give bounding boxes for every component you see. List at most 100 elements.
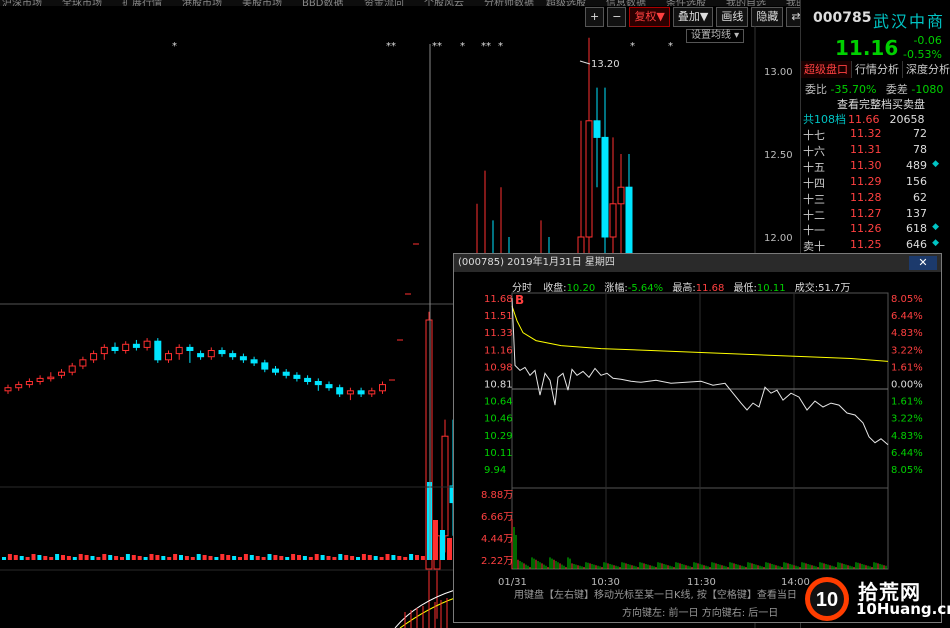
candle-body [601, 136, 609, 238]
candle-body [165, 353, 172, 361]
intraday-volume-tick: 4.44万 [481, 534, 513, 545]
change-percent: -0.53% [903, 48, 942, 61]
close-value: 10.20 [566, 283, 596, 294]
menu-item[interactable]: 分析师数据 [484, 0, 534, 6]
overlay-dropdown[interactable]: 叠加▼ [672, 7, 714, 27]
candle-body [250, 359, 258, 364]
volume-bar [447, 538, 452, 560]
ask-level-name: 十四 [803, 176, 825, 190]
ask-level-name: 十一 [803, 224, 825, 238]
volume-bar [440, 530, 445, 560]
candle-body [100, 346, 108, 355]
candle-body [68, 365, 76, 373]
menu-item[interactable]: 条件选股 [666, 0, 706, 6]
menu-item[interactable]: 我的自选 [726, 0, 766, 6]
zoom-out-button[interactable]: − [607, 7, 627, 27]
volume-series [2, 482, 456, 628]
menu-item[interactable]: 扩展行情 [122, 0, 162, 6]
volume-bar [37, 555, 42, 560]
candle-body [609, 203, 617, 238]
hide-button[interactable]: 隐藏 [751, 7, 784, 27]
menu-item[interactable]: 美股市场 [242, 0, 282, 6]
ask-level-price: 11.31 [850, 142, 882, 156]
volume-bar [66, 556, 71, 560]
candle-body [154, 340, 162, 361]
volume-bar [84, 555, 89, 560]
volume-bar [291, 554, 296, 560]
volume-bar [415, 555, 419, 560]
intraday-pct-tick: 3.22% [891, 345, 923, 356]
ask-level-row[interactable]: 卖十 11.25 646 ◆ [803, 238, 949, 254]
event-marker: * [630, 41, 635, 52]
ask-level-row[interactable]: 十五 11.30 489 ◆ [803, 159, 949, 175]
volume-bar [43, 556, 48, 560]
full-order-book-link[interactable]: 查看完整档买卖盘 [837, 96, 925, 112]
ask-level-row[interactable]: 十四 11.29 156 [803, 175, 949, 191]
event-marker: ** [432, 41, 442, 52]
volume-bar [7, 554, 12, 560]
high-label: 最高: [672, 283, 696, 294]
close-button[interactable]: ✕ [909, 256, 937, 270]
menu-item[interactable]: 信息数据 [606, 0, 646, 6]
volume-bar [179, 555, 183, 560]
ask-level-row[interactable]: 十七 11.32 72 [803, 127, 949, 143]
ask-level-volume: 62 [913, 190, 927, 204]
menu-item[interactable]: 沪深市场 [2, 0, 42, 6]
tab-market-analysis[interactable]: 行情分析 [852, 61, 903, 78]
last-price: 11.16 [835, 36, 899, 60]
menu-item[interactable]: 我的持仓 [786, 0, 800, 6]
macd-line [394, 589, 456, 628]
ask-level-row[interactable]: 十三 11.28 62 [803, 191, 949, 207]
volume-bar [190, 557, 195, 560]
candle-body [15, 384, 23, 389]
candle-body [379, 384, 386, 392]
ask-level-name: 卖十 [803, 240, 825, 254]
volume-bar [308, 557, 313, 560]
volume-bar [13, 555, 18, 560]
adjust-rights-dropdown[interactable]: 复权▼ [629, 7, 670, 27]
menu-item[interactable]: BBD数据 [302, 0, 343, 6]
volume-bar [338, 554, 343, 560]
menu-item[interactable]: 超级选股 [546, 0, 586, 6]
ask-level-row[interactable]: 十六 11.31 78 [803, 143, 949, 159]
event-marker: * [460, 41, 465, 52]
amp-value: -5.64% [627, 283, 664, 294]
volume-bar [61, 555, 65, 560]
stock-code: 000785 [813, 10, 872, 26]
ask-level-volume: 137 [906, 206, 927, 220]
event-marker: * [172, 41, 177, 52]
volume-bar [297, 555, 301, 560]
keyboard-help-arrows: 方向键左: 前一日 方向键右: 后一日 [622, 608, 779, 619]
tab-deep-analysis[interactable]: 深度分析 [903, 61, 950, 78]
candle-body [585, 120, 593, 238]
volume-bar [332, 557, 337, 560]
zoom-in-button[interactable]: + [585, 7, 605, 27]
candle-body [293, 374, 301, 379]
menu-item[interactable]: 港股市场 [182, 0, 222, 6]
volume-bar [96, 557, 101, 560]
ask-level-row[interactable]: 十二 11.27 137 [803, 207, 949, 223]
volume-bar [102, 554, 107, 560]
volume-bar [108, 555, 113, 560]
volume-bar [226, 555, 231, 560]
high-label: 13.20 [591, 59, 620, 70]
volume-bar [344, 555, 349, 560]
ask-level-name: 十六 [803, 144, 825, 158]
candle-body [346, 390, 354, 395]
price-tick-label: 13.00 [764, 67, 793, 78]
volume-bar [385, 554, 390, 560]
intraday-chart[interactable]: 11.68 8.05% 11.51 6.44% 11.33 4.83% 11.16 3.22%… [454, 274, 941, 586]
intraday-pct-tick: 6.44% [891, 311, 923, 322]
candle-body [239, 356, 247, 361]
menu-item[interactable]: 个股风云 [424, 0, 464, 6]
order-marker-icon: ◆ [932, 158, 939, 169]
volume-bar [367, 555, 372, 560]
ask-level-row[interactable]: 十一 11.26 618 ◆ [803, 222, 949, 238]
ask-level-price: 11.32 [850, 127, 882, 140]
candle-body [36, 377, 44, 382]
fenshi-label: 分时 [512, 283, 532, 294]
menu-item[interactable]: 资金流向 [364, 0, 404, 6]
menu-item[interactable]: 全球市场 [62, 0, 102, 6]
tab-super-order-book[interactable]: 超级盘口 [801, 61, 852, 78]
draw-line-button[interactable]: 画线 [716, 7, 749, 27]
